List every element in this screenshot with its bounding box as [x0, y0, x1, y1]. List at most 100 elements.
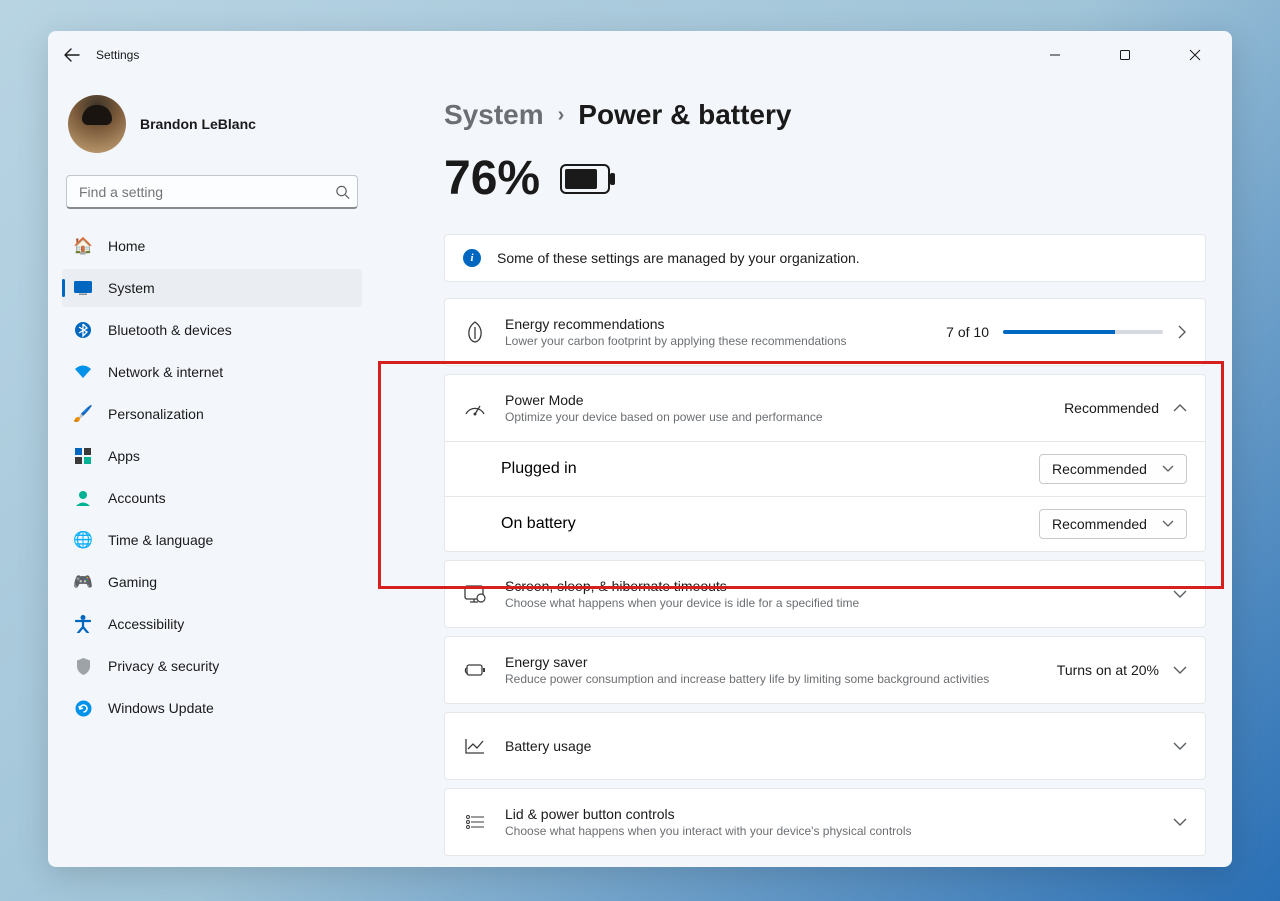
info-icon: i: [463, 249, 481, 267]
nav-label: Bluetooth & devices: [108, 322, 232, 338]
arrow-left-icon: [64, 47, 80, 63]
card-title: Screen, sleep, & hibernate timeouts: [505, 578, 1155, 594]
chevron-down-icon: [1162, 520, 1174, 528]
monitor-icon: [463, 585, 487, 603]
nav-item-accounts[interactable]: Accounts: [62, 479, 362, 517]
battery-saver-icon: [463, 662, 487, 678]
energy-recommendations-card[interactable]: Energy recommendations Lower your carbon…: [444, 298, 1206, 366]
accessibility-icon: [74, 615, 92, 633]
nav-label: System: [108, 280, 155, 296]
plugged-in-row: Plugged in Recommended: [445, 441, 1205, 496]
nav-item-network[interactable]: Network & internet: [62, 353, 362, 391]
avatar: [68, 95, 126, 153]
dropdown-value: Recommended: [1052, 461, 1147, 477]
gaming-icon: 🎮: [74, 573, 92, 591]
nav-label: Windows Update: [108, 700, 214, 716]
managed-banner: i Some of these settings are managed by …: [444, 234, 1206, 282]
power-mode-card: Power Mode Optimize your device based on…: [444, 374, 1206, 552]
chart-icon: [463, 738, 487, 754]
controls-icon: [463, 814, 487, 830]
nav-item-time[interactable]: 🌐 Time & language: [62, 521, 362, 559]
home-icon: 🏠: [74, 237, 92, 255]
nav-item-personalization[interactable]: 🖌️ Personalization: [62, 395, 362, 433]
plugged-in-dropdown[interactable]: Recommended: [1039, 454, 1187, 484]
nav-list: 🏠 Home System Bluetooth & devices Network…: [62, 227, 362, 731]
update-icon: [74, 699, 92, 717]
personalization-icon: 🖌️: [74, 405, 92, 423]
user-block[interactable]: Brandon LeBlanc: [62, 79, 362, 175]
nav-label: Accessibility: [108, 616, 184, 632]
search-input[interactable]: [66, 175, 358, 209]
minimize-button[interactable]: [1032, 39, 1078, 71]
nav-label: Time & language: [108, 532, 213, 548]
leaf-icon: [463, 321, 487, 343]
chevron-down-icon: [1173, 741, 1187, 751]
chevron-right-icon: ›: [558, 104, 565, 127]
minimize-icon: [1049, 49, 1061, 61]
card-title: Power Mode: [505, 392, 1046, 408]
battery-percent: 76%: [444, 151, 540, 206]
chevron-down-icon: [1173, 589, 1187, 599]
nav-label: Network & internet: [108, 364, 223, 380]
chevron-up-icon: [1173, 403, 1187, 413]
close-button[interactable]: [1172, 39, 1218, 71]
search-icon[interactable]: [335, 185, 350, 200]
system-icon: [74, 279, 92, 297]
card-title: Energy saver: [505, 654, 1039, 670]
card-title: Battery usage: [505, 738, 1155, 754]
nav-item-accessibility[interactable]: Accessibility: [62, 605, 362, 643]
breadcrumb: System › Power & battery: [444, 99, 1206, 131]
maximize-icon: [1119, 49, 1131, 61]
power-mode-header[interactable]: Power Mode Optimize your device based on…: [445, 375, 1205, 441]
on-battery-dropdown[interactable]: Recommended: [1039, 509, 1187, 539]
privacy-icon: [74, 657, 92, 675]
card-sub: Choose what happens when your device is …: [505, 596, 1155, 610]
battery-icon: [560, 164, 616, 194]
card-sub: Lower your carbon footprint by applying …: [505, 334, 928, 348]
time-icon: 🌐: [74, 531, 92, 549]
sidebar: Brandon LeBlanc 🏠 Home System Bluetooth &…: [48, 79, 368, 867]
nav-item-privacy[interactable]: Privacy & security: [62, 647, 362, 685]
energy-count: 7 of 10: [946, 324, 989, 340]
chevron-down-icon: [1162, 465, 1174, 473]
nav-item-home[interactable]: 🏠 Home: [62, 227, 362, 265]
content: System › Power & battery 76% i Some of t…: [368, 79, 1232, 867]
nav-label: Home: [108, 238, 145, 254]
chevron-down-icon: [1173, 665, 1187, 675]
energy-saver-value: Turns on at 20%: [1057, 662, 1159, 678]
plugged-in-label: Plugged in: [501, 460, 577, 478]
banner-text: Some of these settings are managed by yo…: [497, 250, 860, 266]
card-sub: Reduce power consumption and increase ba…: [505, 672, 1039, 686]
breadcrumb-parent[interactable]: System: [444, 99, 544, 131]
power-mode-value: Recommended: [1064, 400, 1159, 416]
nav-item-gaming[interactable]: 🎮 Gaming: [62, 563, 362, 601]
back-button[interactable]: [62, 45, 82, 65]
nav-item-bluetooth[interactable]: Bluetooth & devices: [62, 311, 362, 349]
lid-power-card[interactable]: Lid & power button controls Choose what …: [444, 788, 1206, 856]
chevron-right-icon: [1177, 325, 1187, 339]
nav-item-apps[interactable]: Apps: [62, 437, 362, 475]
window-controls: [1032, 39, 1218, 71]
energy-progress: [1003, 330, 1163, 334]
nav-item-system[interactable]: System: [62, 269, 362, 307]
accounts-icon: [74, 489, 92, 507]
wifi-icon: [74, 363, 92, 381]
battery-usage-card[interactable]: Battery usage: [444, 712, 1206, 780]
nav-label: Accounts: [108, 490, 166, 506]
nav-label: Gaming: [108, 574, 157, 590]
on-battery-label: On battery: [501, 515, 576, 533]
card-sub: Optimize your device based on power use …: [505, 410, 1046, 424]
title-bar: Settings: [48, 31, 1232, 79]
nav-label: Privacy & security: [108, 658, 219, 674]
energy-saver-card[interactable]: Energy saver Reduce power consumption an…: [444, 636, 1206, 704]
nav-item-update[interactable]: Windows Update: [62, 689, 362, 727]
settings-window: Settings Brandon LeBlanc: [48, 31, 1232, 867]
app-title: Settings: [96, 48, 139, 62]
chevron-down-icon: [1173, 817, 1187, 827]
nav-label: Personalization: [108, 406, 204, 422]
page-title: Power & battery: [578, 99, 791, 131]
dropdown-value: Recommended: [1052, 516, 1147, 532]
maximize-button[interactable]: [1102, 39, 1148, 71]
timeouts-card[interactable]: Screen, sleep, & hibernate timeouts Choo…: [444, 560, 1206, 628]
gauge-icon: [463, 400, 487, 416]
